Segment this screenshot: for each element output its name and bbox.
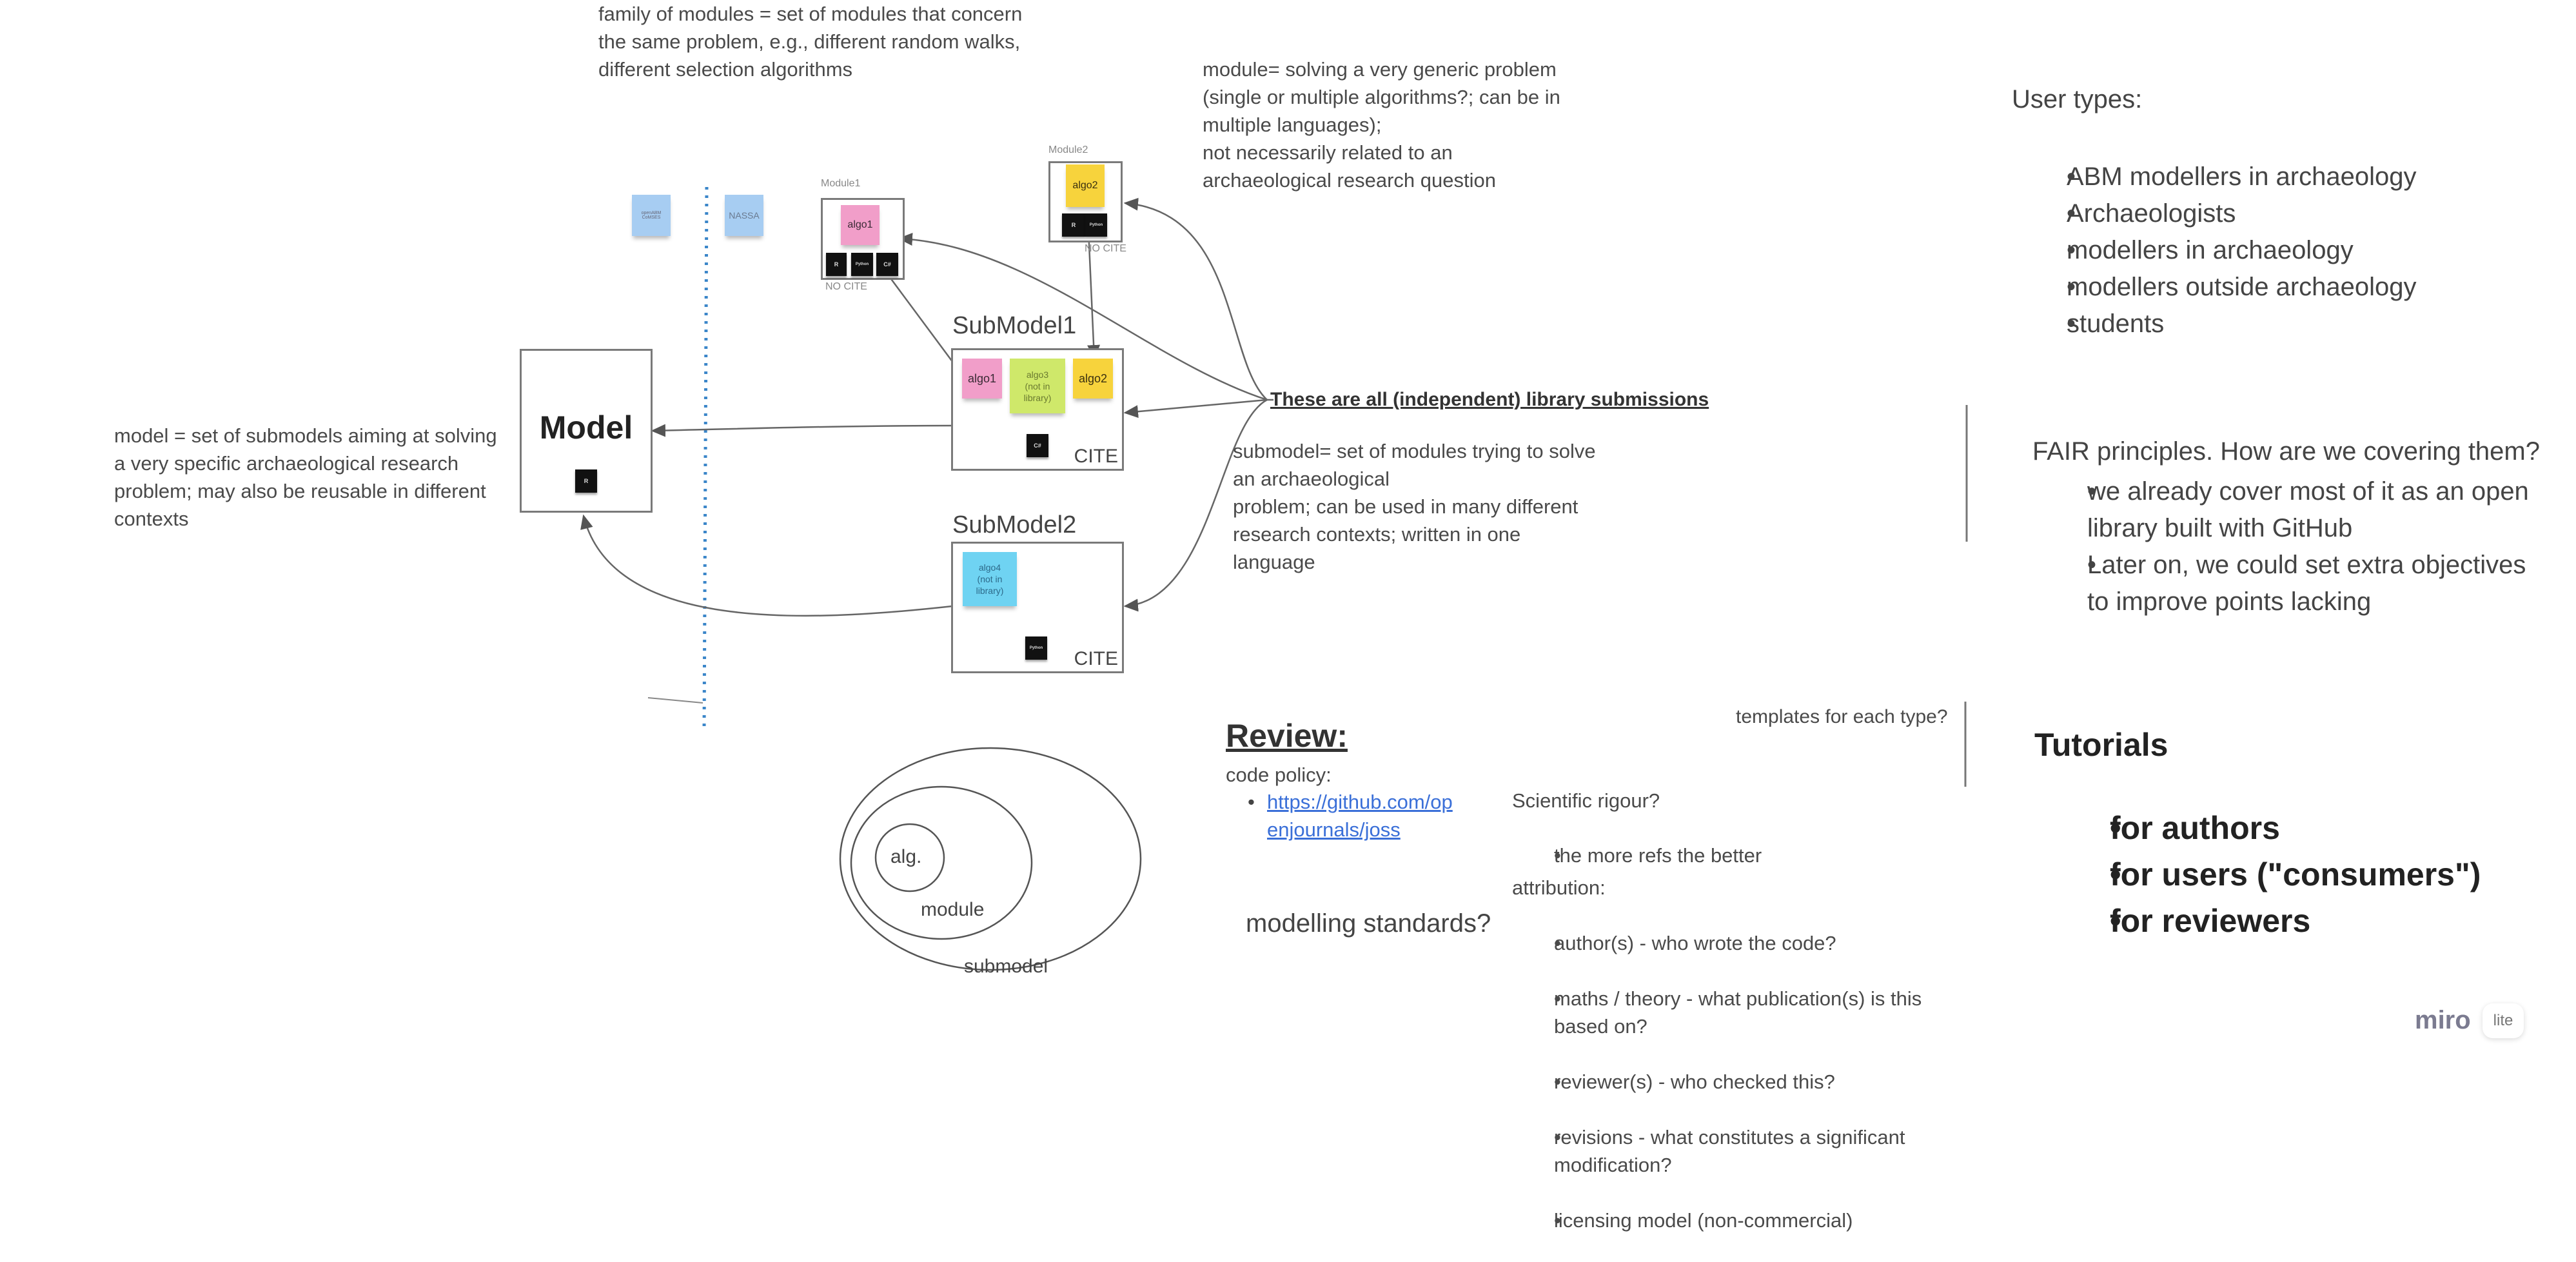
bullet: • xyxy=(1248,791,1255,813)
venn-outer xyxy=(839,747,1142,971)
submodel1-frame[interactable]: algo1 algo3 (not in library) algo2 C# CI… xyxy=(951,348,1124,471)
miro-logo[interactable]: miro xyxy=(2415,1006,2471,1035)
templates-note: templates for each type? xyxy=(1736,706,1948,727)
connector-to-module2 xyxy=(1123,197,1268,400)
user-type-item: ABM modellers in archaeology xyxy=(2038,159,2417,195)
tutorial-item: for users ("consumers") xyxy=(2076,851,2481,898)
submodel2-tag-python: Python xyxy=(1025,636,1047,660)
submodel1-sticky-algo3[interactable]: algo3 (not in library) xyxy=(1010,359,1065,413)
module2-algo-sticky[interactable]: algo2 xyxy=(1066,164,1105,207)
fair-title: FAIR principles. How are we covering the… xyxy=(2032,437,2540,466)
submodel1-sticky-algo2[interactable]: algo2 xyxy=(1073,359,1113,399)
submodel1-tag-csharp: C# xyxy=(1027,434,1048,457)
module1-tag-python: Python xyxy=(851,253,873,276)
dotted-divider xyxy=(702,186,709,733)
submodel2-status: CITE xyxy=(1074,648,1118,669)
module2-title: Module2 xyxy=(1048,144,1088,155)
stray-stroke xyxy=(647,697,703,704)
code-policy-label: code policy: xyxy=(1226,764,1332,786)
connector-submodel1-to-model xyxy=(651,424,953,437)
attribution-item: author(s) - who wrote the code? xyxy=(1531,929,1970,957)
submodel2-frame[interactable]: algo4 (not in library) Python CITE xyxy=(951,542,1124,673)
module1-frame[interactable]: algo1 R Python C# xyxy=(821,198,905,280)
review-title: Review: xyxy=(1226,718,1348,754)
attribution-item: licensing model (non-commercial) xyxy=(1531,1207,1970,1234)
connector-submodel2-to-model xyxy=(580,514,953,617)
module1-algo-sticky[interactable]: algo1 xyxy=(841,205,880,245)
model-definition-note: model = set of submodels aiming at solvi… xyxy=(114,424,497,530)
attribution-item: revisions - what constitutes a significa… xyxy=(1531,1123,1970,1179)
tutorials-title: Tutorials xyxy=(2034,727,2168,763)
attribution-label: attribution: xyxy=(1512,876,1606,899)
user-types-title: User types: xyxy=(2012,85,2143,113)
attribution-item: reviewer(s) - who checked this? xyxy=(1531,1068,1970,1096)
model-title: Model xyxy=(539,409,633,446)
connector-to-submodel1 xyxy=(1123,399,1268,419)
module2-frame[interactable]: algo2 R Python xyxy=(1048,161,1123,242)
module-definition-note: module= solving a very generic problem (… xyxy=(1203,58,1560,192)
model-tag-r: R xyxy=(575,469,597,493)
family-of-modules-note: family of modules = set of modules that … xyxy=(598,3,1023,81)
module1-tag-csharp: C# xyxy=(876,253,898,276)
sticky-nassa[interactable]: NASSA xyxy=(725,195,763,236)
joss-link[interactable]: https://github.com/op enjournals/joss xyxy=(1267,788,1473,843)
submodel2-sticky-algo4[interactable]: algo4 (not in library) xyxy=(963,552,1017,606)
submodel1-status: CITE xyxy=(1074,446,1118,467)
user-type-item: students xyxy=(2038,306,2417,342)
submodel2-title: SubModel2 xyxy=(952,511,1077,538)
module1-tag-r: R xyxy=(826,253,847,276)
user-type-item: modellers outside archaeology xyxy=(2038,269,2417,306)
tutorials-list: for authors for users ("consumers") for … xyxy=(2076,805,2481,944)
fair-item: we already cover most of it as an open l… xyxy=(2060,473,2576,547)
user-type-item: Archaeologists xyxy=(2038,195,2417,232)
attribution-item: maths / theory - what publication(s) is … xyxy=(1531,985,1970,1040)
modelling-standards-note: modelling standards? xyxy=(1246,909,1491,938)
venn-label-alg: alg. xyxy=(890,846,922,867)
submodel-definition-note: submodel= set of modules trying to solve… xyxy=(1233,440,1596,573)
tutorial-item: for authors xyxy=(2076,805,2481,851)
venn-label-module: module xyxy=(921,899,985,920)
fair-list: we already cover most of it as an open l… xyxy=(2060,473,2576,620)
module2-tag-python: Python xyxy=(1085,213,1107,237)
library-submissions-heading: These are all (independent) library subm… xyxy=(1270,389,1709,410)
venn-label-submodel: submodel xyxy=(964,956,1048,977)
model-frame[interactable]: Model R xyxy=(520,349,653,513)
module2-status: NO CITE xyxy=(1085,243,1126,254)
rigour-item: the more refs the better xyxy=(1531,842,1970,869)
module2-tag-r: R xyxy=(1062,213,1085,237)
submodel1-title: SubModel1 xyxy=(952,312,1077,339)
user-types-list: ABM modellers in archaeology Archaeologi… xyxy=(2038,159,2417,342)
tutorial-item: for reviewers xyxy=(2076,898,2481,944)
attribution-list: author(s) - who wrote the code? maths / … xyxy=(1531,902,1970,1262)
module1-title: Module1 xyxy=(821,178,861,189)
module1-status: NO CITE xyxy=(825,281,867,292)
submodel1-sticky-algo1[interactable]: algo1 xyxy=(962,359,1002,399)
rigour-label: Scientific rigour? xyxy=(1512,789,1660,812)
sticky-openabm[interactable]: openABM CoMSES xyxy=(632,195,671,236)
user-type-item: modellers in archaeology xyxy=(2038,232,2417,269)
fair-item: Later on, we could set extra objectives … xyxy=(2060,547,2576,620)
miro-lite-badge[interactable]: lite xyxy=(2483,1003,2524,1038)
